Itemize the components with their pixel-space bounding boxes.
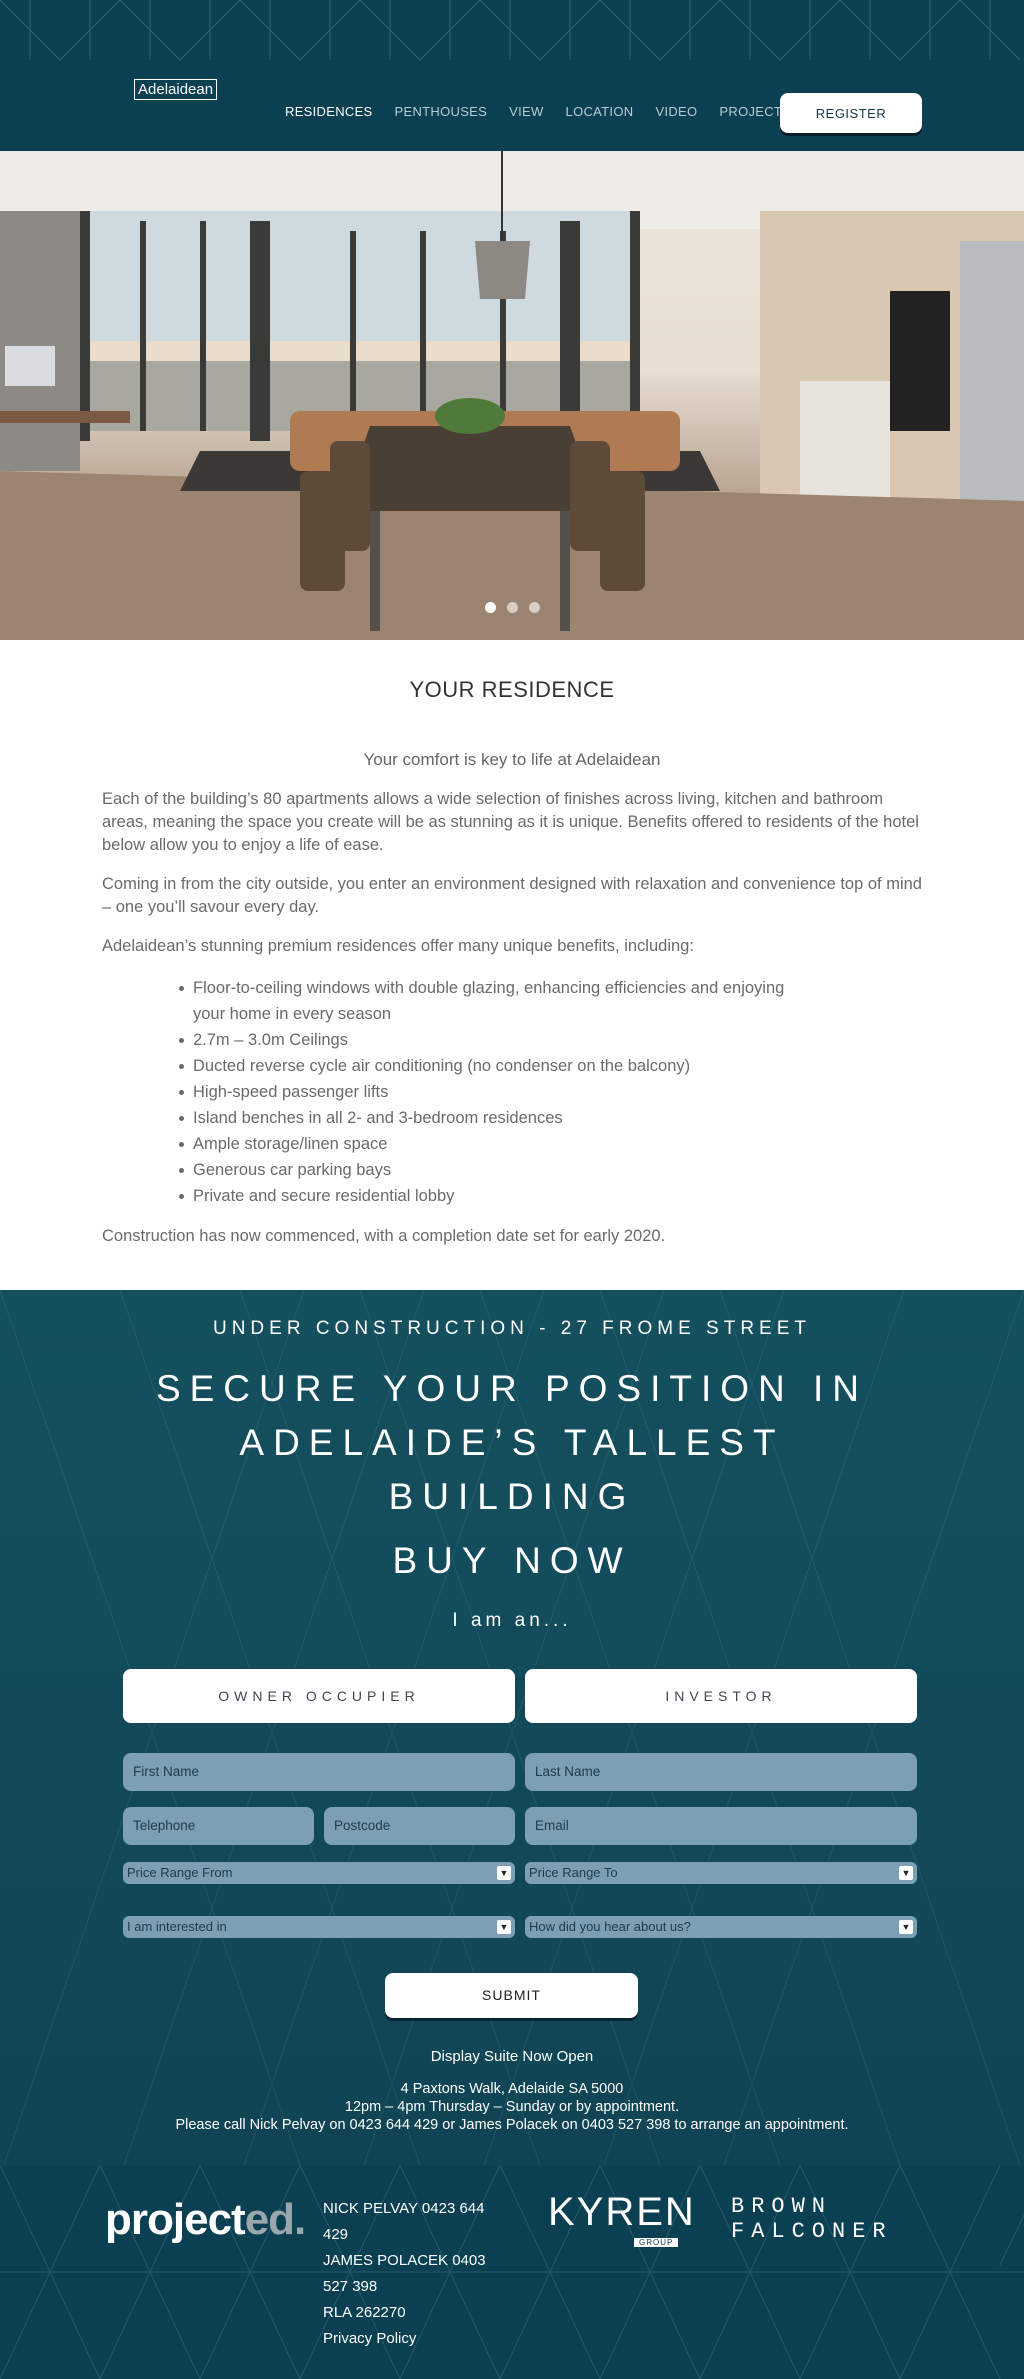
falconer-line: FALCONER bbox=[731, 2219, 893, 2244]
nav-location[interactable]: LOCATION bbox=[566, 104, 634, 119]
last-name-input[interactable] bbox=[525, 1753, 917, 1791]
secure-line-2: ADELAIDE’S TALLEST bbox=[239, 1422, 785, 1463]
nav-penthouses[interactable]: PENTHOUSES bbox=[395, 104, 488, 119]
display-suite-text: Display Suite Now Open bbox=[430, 2048, 594, 2065]
slide-dot-3[interactable] bbox=[529, 602, 540, 613]
postcode-input[interactable] bbox=[324, 1807, 515, 1845]
chevron-down-icon: ▼ bbox=[899, 1866, 913, 1880]
projected-logo-ed: ed. bbox=[244, 2195, 307, 2244]
brown-line: BROWN bbox=[731, 2194, 833, 2219]
price-to-select[interactable]: Price Range To ▼ bbox=[525, 1862, 917, 1884]
contact-line: RLA 262270 bbox=[323, 2304, 406, 2321]
nav-project[interactable]: PROJECT bbox=[719, 104, 782, 119]
call-text: Please call Nick Pelvay on 0423 644 429 … bbox=[175, 2117, 849, 2133]
telephone-input[interactable] bbox=[123, 1807, 314, 1845]
investor-button[interactable]: INVESTOR bbox=[525, 1669, 917, 1723]
hours-text: 12pm – 4pm Thursday – Sunday or by appoi… bbox=[344, 2099, 680, 2115]
paragraph-1: Each of the building’s 80 apartments all… bbox=[102, 790, 919, 854]
kyren-word: KYREN bbox=[548, 2190, 696, 2234]
nav-view[interactable]: VIEW bbox=[509, 104, 543, 119]
lead-text: Your comfort is key to life at Adelaidea… bbox=[363, 750, 661, 769]
list-item: 2.7m – 3.0m Ceilings bbox=[179, 1027, 813, 1053]
main-nav: RESIDENCES PENTHOUSES VIEW LOCATION VIDE… bbox=[285, 104, 804, 119]
chevron-down-icon: ▼ bbox=[497, 1920, 511, 1934]
benefits-list: Floor-to-ceiling windows with double gla… bbox=[179, 975, 813, 1209]
hear-about-select[interactable]: How did you hear about us? ▼ bbox=[525, 1916, 917, 1938]
secure-line-3: BUILDING bbox=[388, 1476, 636, 1517]
footer-contact: NICK PELVAY 0423 644 429 JAMES POLACEK 0… bbox=[323, 2196, 523, 2352]
list-item: Floor-to-ceiling windows with double gla… bbox=[179, 975, 813, 1027]
buy-now-heading: BUY NOW bbox=[392, 1540, 632, 1581]
list-item: Private and secure residential lobby bbox=[179, 1183, 813, 1209]
price-from-select[interactable]: Price Range From ▼ bbox=[123, 1862, 515, 1884]
contact-line: NICK PELVAY 0423 644 bbox=[323, 2200, 485, 2217]
under-construction-text: UNDER CONSTRUCTION - 27 FROME STREET bbox=[212, 1318, 812, 1339]
interested-select[interactable]: I am interested in ▼ bbox=[123, 1916, 515, 1938]
kyren-group-label: GROUP bbox=[634, 2238, 679, 2247]
price-to-label: Price Range To bbox=[529, 1865, 618, 1880]
brown-falconer-logo[interactable]: BROWN FALCONER bbox=[731, 2194, 893, 2244]
interested-label: I am interested in bbox=[127, 1919, 227, 1934]
contact-line: 527 398 bbox=[323, 2278, 378, 2295]
list-item: Ducted reverse cycle air conditioning (n… bbox=[179, 1053, 813, 1079]
privacy-policy-link[interactable]: Privacy Policy bbox=[323, 2326, 523, 2352]
closing-text: Construction has now commenced, with a c… bbox=[102, 1227, 666, 1245]
i-am-label: I am an... bbox=[452, 1610, 572, 1631]
site-logo[interactable]: Adelaidean bbox=[134, 79, 218, 100]
hear-about-label: How did you hear about us? bbox=[529, 1919, 691, 1934]
paragraph-2: Coming in from the city outside, you ent… bbox=[102, 875, 922, 916]
interior-illustration bbox=[0, 151, 1024, 640]
address-text: 4 Paxtons Walk, Adelaide SA 5000 bbox=[400, 2081, 624, 2097]
nav-residences[interactable]: RESIDENCES bbox=[285, 104, 373, 119]
projected-logo-main: project bbox=[105, 2195, 246, 2244]
register-button[interactable]: REGISTER bbox=[780, 93, 922, 133]
owner-occupier-button[interactable]: OWNER OCCUPIER bbox=[123, 1669, 515, 1723]
secure-heading: SECURE YOUR POSITION IN ADELAIDE’S TALLE… bbox=[0, 1362, 1024, 1524]
submit-button[interactable]: SUBMIT bbox=[385, 1973, 638, 2018]
slide-dot-2[interactable] bbox=[507, 602, 518, 613]
chevron-down-icon: ▼ bbox=[497, 1866, 511, 1880]
list-item: High-speed passenger lifts bbox=[179, 1079, 813, 1105]
list-item: Generous car parking bays bbox=[179, 1157, 813, 1183]
contact-line: JAMES POLACEK 0403 bbox=[323, 2252, 486, 2269]
paragraph-3: Adelaidean’s stunning premium residences… bbox=[102, 937, 694, 955]
nav-video[interactable]: VIDEO bbox=[655, 104, 697, 119]
header-pattern bbox=[0, 0, 1021, 61]
kyren-logo[interactable]: KYREN GROUP bbox=[548, 2190, 696, 2250]
email-input[interactable] bbox=[525, 1807, 917, 1845]
section-title: YOUR RESIDENCE bbox=[409, 677, 615, 702]
hero-image bbox=[0, 151, 1024, 640]
slide-dot-1[interactable] bbox=[485, 602, 496, 613]
secure-line-1: SECURE YOUR POSITION IN bbox=[155, 1368, 869, 1409]
list-item: Ample storage/linen space bbox=[179, 1131, 813, 1157]
contact-line: 429 bbox=[323, 2226, 349, 2243]
first-name-input[interactable] bbox=[123, 1753, 515, 1791]
price-from-label: Price Range From bbox=[127, 1865, 233, 1880]
chevron-down-icon: ▼ bbox=[899, 1920, 913, 1934]
list-item: Island benches in all 2- and 3-bedroom r… bbox=[179, 1105, 813, 1131]
projected-logo[interactable]: projected. bbox=[105, 2195, 307, 2245]
